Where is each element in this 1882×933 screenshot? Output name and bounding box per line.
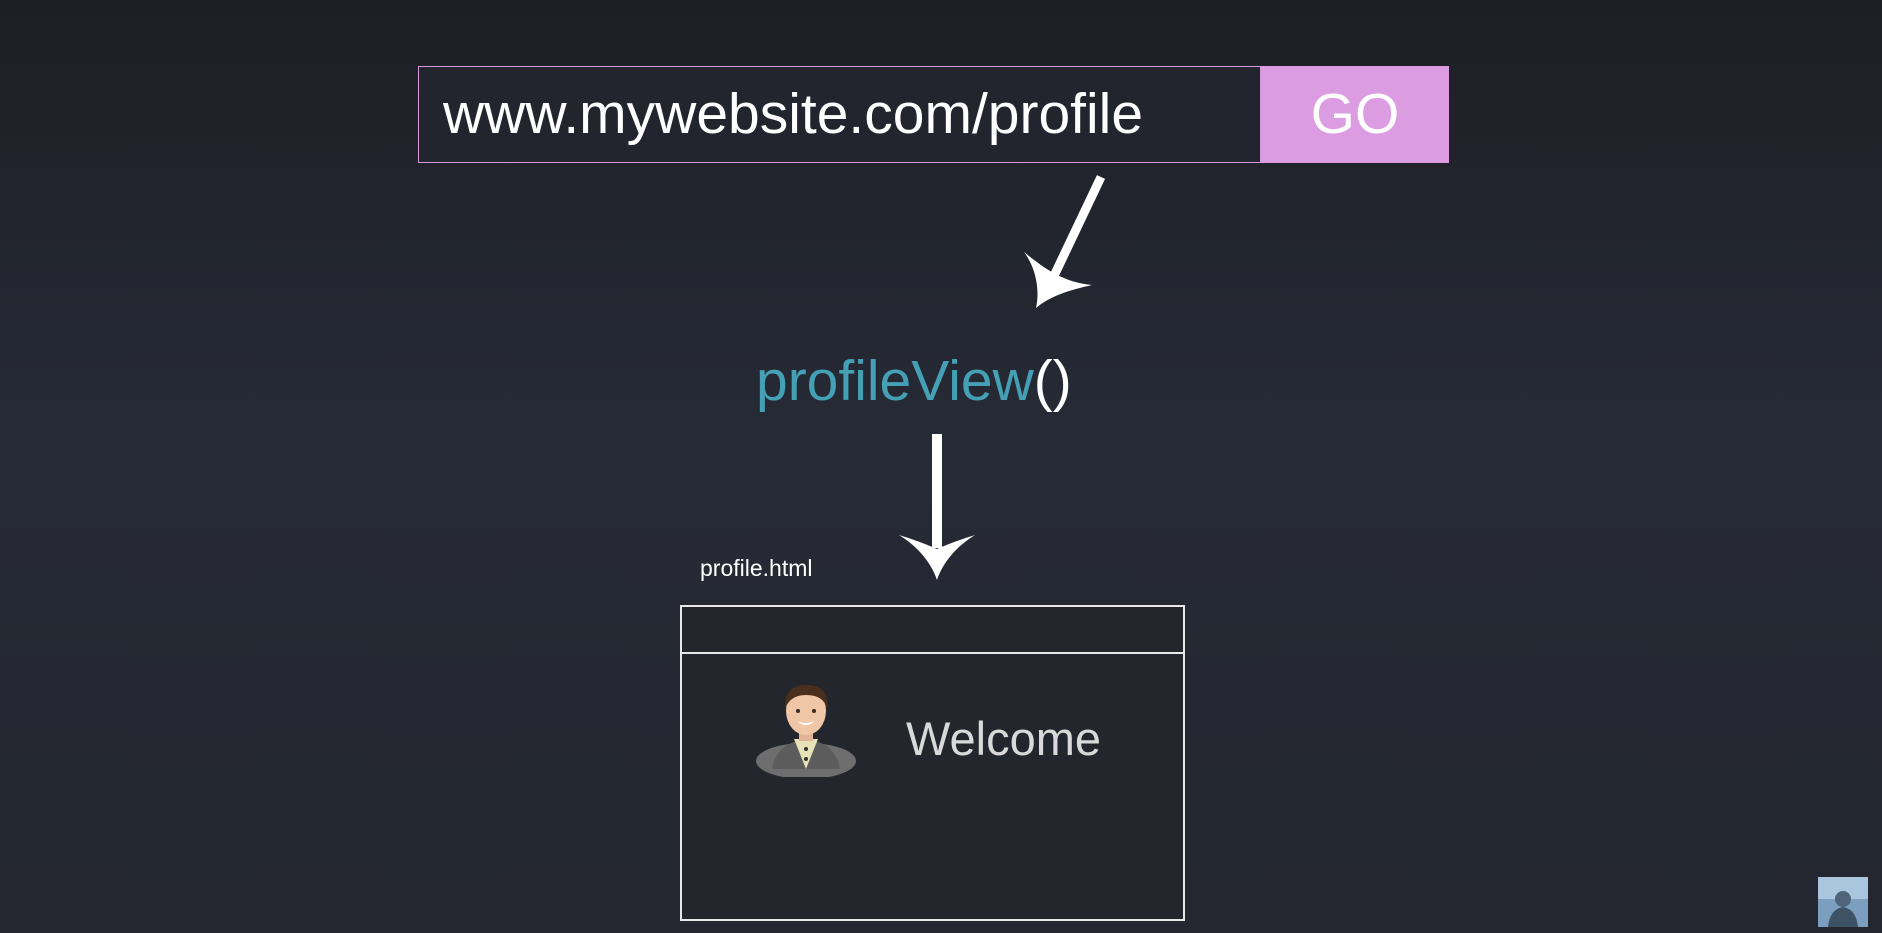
presenter-thumbnail bbox=[1818, 877, 1868, 927]
browser-topbar bbox=[682, 607, 1183, 654]
view-function-call: profileView() bbox=[756, 341, 1072, 421]
view-function-parens: () bbox=[1033, 349, 1072, 413]
rendered-page-window: Welcome bbox=[680, 605, 1185, 921]
arrow-down-left-icon bbox=[1024, 175, 1106, 308]
user-avatar-icon bbox=[756, 685, 856, 777]
arrow-down-icon bbox=[899, 434, 975, 580]
view-function-name: profileView bbox=[756, 349, 1034, 413]
welcome-text: Welcome bbox=[906, 712, 1102, 765]
template-file-label: profile.html bbox=[700, 555, 813, 581]
